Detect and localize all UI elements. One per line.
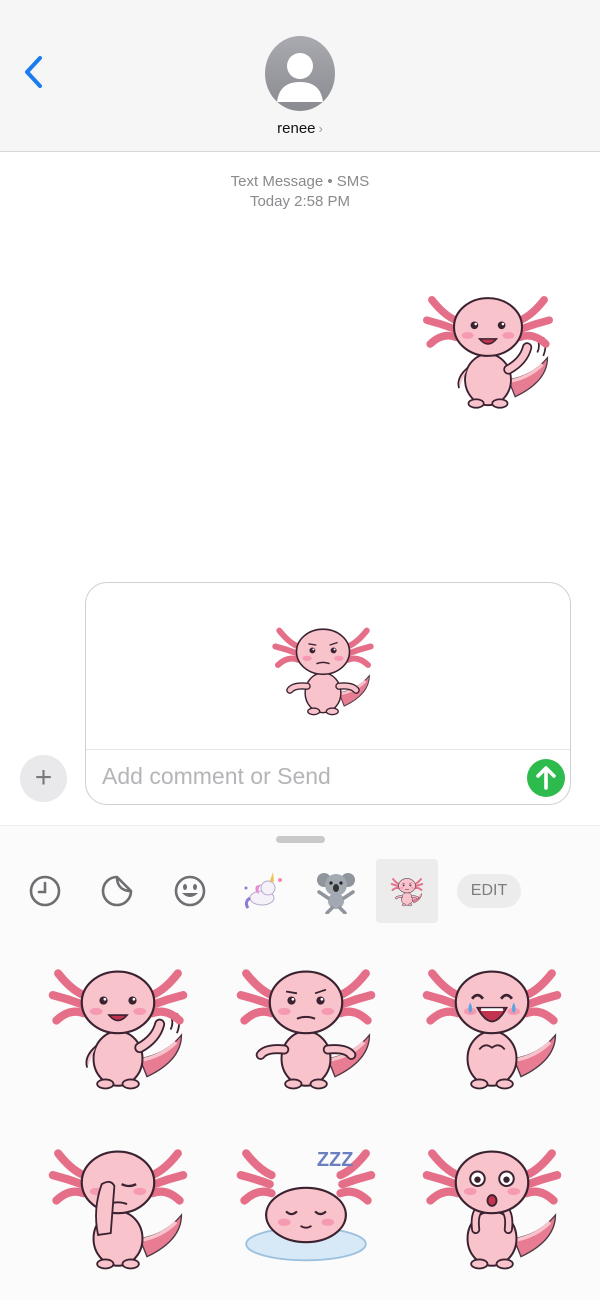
thread-meta: Text Message • SMS Today 2:58 PM (0, 172, 600, 212)
axolotl-wave-illustration (422, 295, 554, 409)
sent-sticker-message[interactable] (420, 272, 556, 416)
axolotl-surprised-illustration (422, 1149, 562, 1270)
axolotl-wave-illustration (48, 969, 188, 1090)
message-composer (85, 582, 571, 805)
sticker-icon (101, 875, 133, 907)
koala-icon (317, 873, 355, 915)
tab-stickers[interactable] (100, 874, 134, 908)
sticker-drawer: EDIT ZZZ (0, 825, 600, 1300)
apps-plus-button[interactable]: + (20, 755, 67, 802)
send-button[interactable] (527, 759, 565, 797)
svg-text:ZZZ: ZZZ (317, 1149, 354, 1171)
timestamp-time: 2:58 PM (294, 193, 351, 210)
contact-name: renee (277, 120, 316, 137)
tab-unicorn-pack[interactable] (240, 868, 286, 914)
conversation-header: renee › (0, 0, 600, 152)
sticker-preview[interactable] (270, 611, 376, 719)
composer-divider (86, 749, 570, 750)
arrow-up-icon (536, 766, 556, 790)
sticker-axolotl-laughing[interactable] (416, 948, 568, 1093)
contact-name-button[interactable]: renee › (0, 120, 600, 137)
service-label: Text Message • SMS (230, 173, 370, 190)
unicorn-icon (244, 872, 282, 909)
tab-emoji[interactable] (173, 874, 207, 908)
sticker-axolotl-surprised[interactable] (416, 1128, 568, 1273)
chevron-left-icon (25, 56, 42, 88)
emoji-icon (174, 875, 206, 907)
sticker-axolotl-facepalm[interactable] (42, 1128, 194, 1273)
edit-button[interactable]: EDIT (457, 874, 521, 908)
drawer-grabber[interactable] (276, 836, 325, 843)
back-button[interactable] (18, 50, 52, 94)
chevron-right-icon: › (318, 121, 323, 136)
axolotl-facepalm-illustration (48, 1149, 188, 1270)
tab-axolotl-pack[interactable] (376, 859, 438, 923)
axolotl-shrug-illustration (390, 877, 424, 907)
recents-clock-icon (29, 875, 61, 907)
axolotl-shrug-illustration (236, 969, 376, 1090)
person-icon (265, 36, 335, 111)
avatar[interactable] (265, 36, 335, 111)
tab-recents[interactable] (28, 874, 62, 908)
axolotl-laugh-illustration (422, 969, 562, 1090)
sticker-axolotl-sleeping[interactable]: ZZZ (230, 1128, 382, 1273)
axolotl-shrug-illustration (272, 627, 374, 716)
sticker-axolotl-waving[interactable] (42, 948, 194, 1093)
comment-input[interactable] (102, 759, 522, 793)
tab-koala-pack[interactable] (313, 868, 359, 915)
timestamp-day: Today (249, 193, 290, 210)
axolotl-pack-icon (390, 873, 424, 907)
sticker-axolotl-shrug[interactable] (230, 948, 382, 1093)
axolotl-sleep-illustration: ZZZ (236, 1149, 376, 1262)
